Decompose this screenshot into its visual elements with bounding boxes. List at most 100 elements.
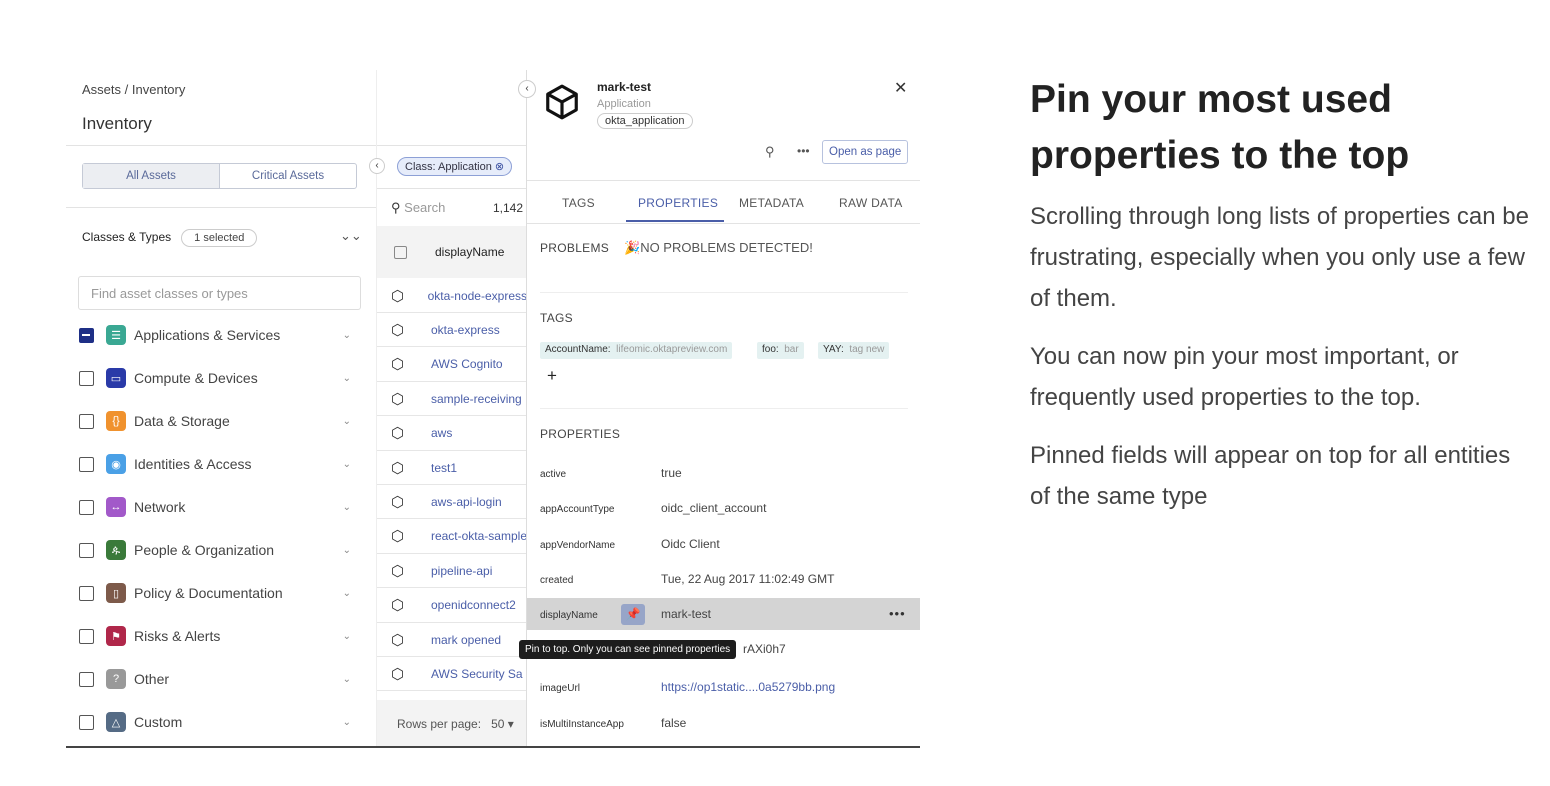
- tag-accountname[interactable]: AccountName: lifeomic.oktapreview.com: [540, 342, 733, 359]
- class-item[interactable]: △ Custom ⌄: [79, 711, 351, 733]
- class-checkbox[interactable]: [79, 628, 94, 644]
- column-displayname[interactable]: displayName: [435, 245, 504, 259]
- tag-yay[interactable]: YAY: tag new: [818, 342, 890, 359]
- pin-tooltip: Pin to top. Only you can see pinned prop…: [519, 640, 737, 659]
- cube-icon: ⬡: [391, 665, 405, 683]
- breadcrumb-assets[interactable]: Assets: [82, 82, 121, 97]
- search-icon[interactable]: ⚲: [765, 144, 775, 160]
- class-checkbox[interactable]: [79, 499, 94, 515]
- class-item[interactable]: ↔ Network ⌄: [79, 496, 351, 518]
- cube-icon: ⬡: [391, 356, 405, 374]
- search-icon: ⚲: [391, 200, 401, 215]
- tab-raw-data[interactable]: RAW DATA: [839, 196, 903, 210]
- pin-button[interactable]: 📌: [621, 604, 645, 625]
- class-checkbox[interactable]: [79, 671, 94, 687]
- all-assets-tab[interactable]: All Assets: [83, 164, 220, 188]
- class-checkbox[interactable]: [79, 327, 94, 343]
- chevron-down-icon[interactable]: ⌄: [343, 416, 351, 427]
- row-link[interactable]: sample-receiving: [431, 392, 522, 406]
- cube-icon: ⬡: [391, 631, 405, 649]
- class-icon: ▯: [106, 583, 126, 603]
- tab-metadata[interactable]: METADATA: [739, 196, 804, 210]
- table-row[interactable]: ⬡ okta-express: [377, 313, 527, 348]
- table-row[interactable]: ⬡ okta-node-express: [377, 279, 527, 313]
- cube-icon: ⬡: [391, 562, 405, 580]
- filter-chip[interactable]: Class: Application ⊗: [397, 157, 513, 176]
- class-checkbox[interactable]: [79, 714, 94, 730]
- chevron-down-icon[interactable]: ⌄: [343, 330, 351, 341]
- collapse-table-button[interactable]: ‹: [518, 80, 536, 98]
- promo-paragraph: You can now pin your most important, or …: [1030, 343, 1459, 411]
- row-link[interactable]: AWS Cognito: [431, 357, 503, 371]
- breadcrumb-inventory: Inventory: [131, 82, 186, 97]
- class-checkbox[interactable]: [79, 413, 94, 429]
- collapse-filters-button[interactable]: ‹: [369, 158, 385, 174]
- class-icon: {}: [106, 411, 126, 431]
- table-row[interactable]: ⬡ openidconnect2: [377, 589, 527, 623]
- class-item[interactable]: ▯ Policy & Documentation ⌄: [79, 582, 351, 604]
- collapse-all-icon[interactable]: ⌄⌄: [340, 228, 362, 244]
- tab-tags[interactable]: TAGS: [562, 196, 595, 210]
- chevron-down-icon[interactable]: ⌄: [343, 459, 351, 470]
- row-link[interactable]: okta-node-express: [428, 289, 527, 303]
- class-checkbox[interactable]: [79, 542, 94, 558]
- open-as-page-button[interactable]: Open as page: [822, 140, 909, 164]
- table-row[interactable]: ⬡ aws: [377, 417, 527, 451]
- critical-assets-tab[interactable]: Critical Assets: [220, 164, 356, 188]
- row-link[interactable]: test1: [431, 461, 457, 475]
- chevron-down-icon[interactable]: ⌄: [343, 502, 351, 513]
- class-item[interactable]: ⚑ Risks & Alerts ⌄: [79, 625, 351, 647]
- class-item[interactable]: {} Data & Storage ⌄: [79, 410, 351, 432]
- class-item[interactable]: ☰ Applications & Services ⌄: [79, 324, 351, 346]
- chevron-down-icon[interactable]: ⌄: [343, 588, 351, 599]
- breadcrumb-sep: /: [124, 82, 129, 97]
- property-more-icon[interactable]: •••: [889, 606, 906, 621]
- chevron-down-icon[interactable]: ⌄: [343, 373, 351, 384]
- class-checkbox[interactable]: [79, 585, 94, 601]
- row-link[interactable]: pipeline-api: [431, 564, 492, 578]
- table-row[interactable]: ⬡ react-okta-sample: [377, 520, 527, 554]
- row-link[interactable]: aws-api-login: [431, 495, 502, 509]
- party-icon: 🎉: [624, 240, 641, 255]
- select-all-checkbox[interactable]: [394, 245, 407, 259]
- chevron-down-icon[interactable]: ⌄: [343, 631, 351, 642]
- class-checkbox[interactable]: [79, 456, 94, 472]
- close-icon[interactable]: ✕: [894, 78, 907, 98]
- more-options-icon[interactable]: •••: [797, 144, 810, 158]
- class-item[interactable]: ? Other ⌄: [79, 668, 351, 690]
- inventory-app: Assets / Inventory Inventory All Assets …: [66, 70, 920, 748]
- row-link[interactable]: okta-express: [431, 323, 500, 337]
- property-value[interactable]: https://op1static....0a5279bb.png: [661, 680, 835, 694]
- add-tag-button[interactable]: +: [547, 366, 557, 386]
- row-link[interactable]: mark opened: [431, 633, 501, 647]
- tab-properties[interactable]: PROPERTIES: [638, 196, 718, 210]
- class-search-input[interactable]: Find asset classes or types: [78, 276, 361, 310]
- property-key: isMultiInstanceApp: [540, 719, 624, 730]
- table-row[interactable]: ⬡ sample-receiving: [377, 382, 527, 417]
- search-placeholder: Search: [404, 200, 446, 215]
- row-link[interactable]: AWS Security Sa: [431, 667, 523, 681]
- table-search[interactable]: ⚲ Search: [391, 200, 445, 216]
- row-link[interactable]: openidconnect2: [431, 598, 516, 612]
- class-icon: ⚑: [106, 626, 126, 646]
- table-row[interactable]: ⬡ test1: [377, 451, 527, 485]
- class-item[interactable]: ◉ Identities & Access ⌄: [79, 453, 351, 475]
- table-row[interactable]: ⬡ AWS Security Sa: [377, 657, 527, 692]
- table-row[interactable]: ⬡ mark opened: [377, 623, 527, 657]
- remove-filter-icon[interactable]: ⊗: [495, 161, 504, 173]
- class-item[interactable]: ▭ Compute & Devices ⌄: [79, 367, 351, 389]
- class-item[interactable]: ዹ People & Organization ⌄: [79, 539, 351, 561]
- tag-foo[interactable]: foo: bar: [757, 342, 804, 359]
- rows-per-page-select[interactable]: 50 ▾: [491, 717, 514, 731]
- table-row[interactable]: ⬡ aws-api-login: [377, 485, 527, 520]
- class-checkbox[interactable]: [79, 370, 94, 386]
- row-link[interactable]: aws: [431, 426, 452, 440]
- chevron-down-icon[interactable]: ⌄: [343, 545, 351, 556]
- chevron-down-icon[interactable]: ⌄: [343, 674, 351, 685]
- row-link[interactable]: react-okta-sample: [431, 529, 527, 543]
- promo-paragraph: Pinned fields will appear on top for all…: [1030, 442, 1511, 510]
- class-label: Custom: [134, 714, 183, 730]
- table-row[interactable]: ⬡ pipeline-api: [377, 554, 527, 589]
- table-row[interactable]: ⬡ AWS Cognito: [377, 348, 527, 382]
- chevron-down-icon[interactable]: ⌄: [343, 717, 351, 728]
